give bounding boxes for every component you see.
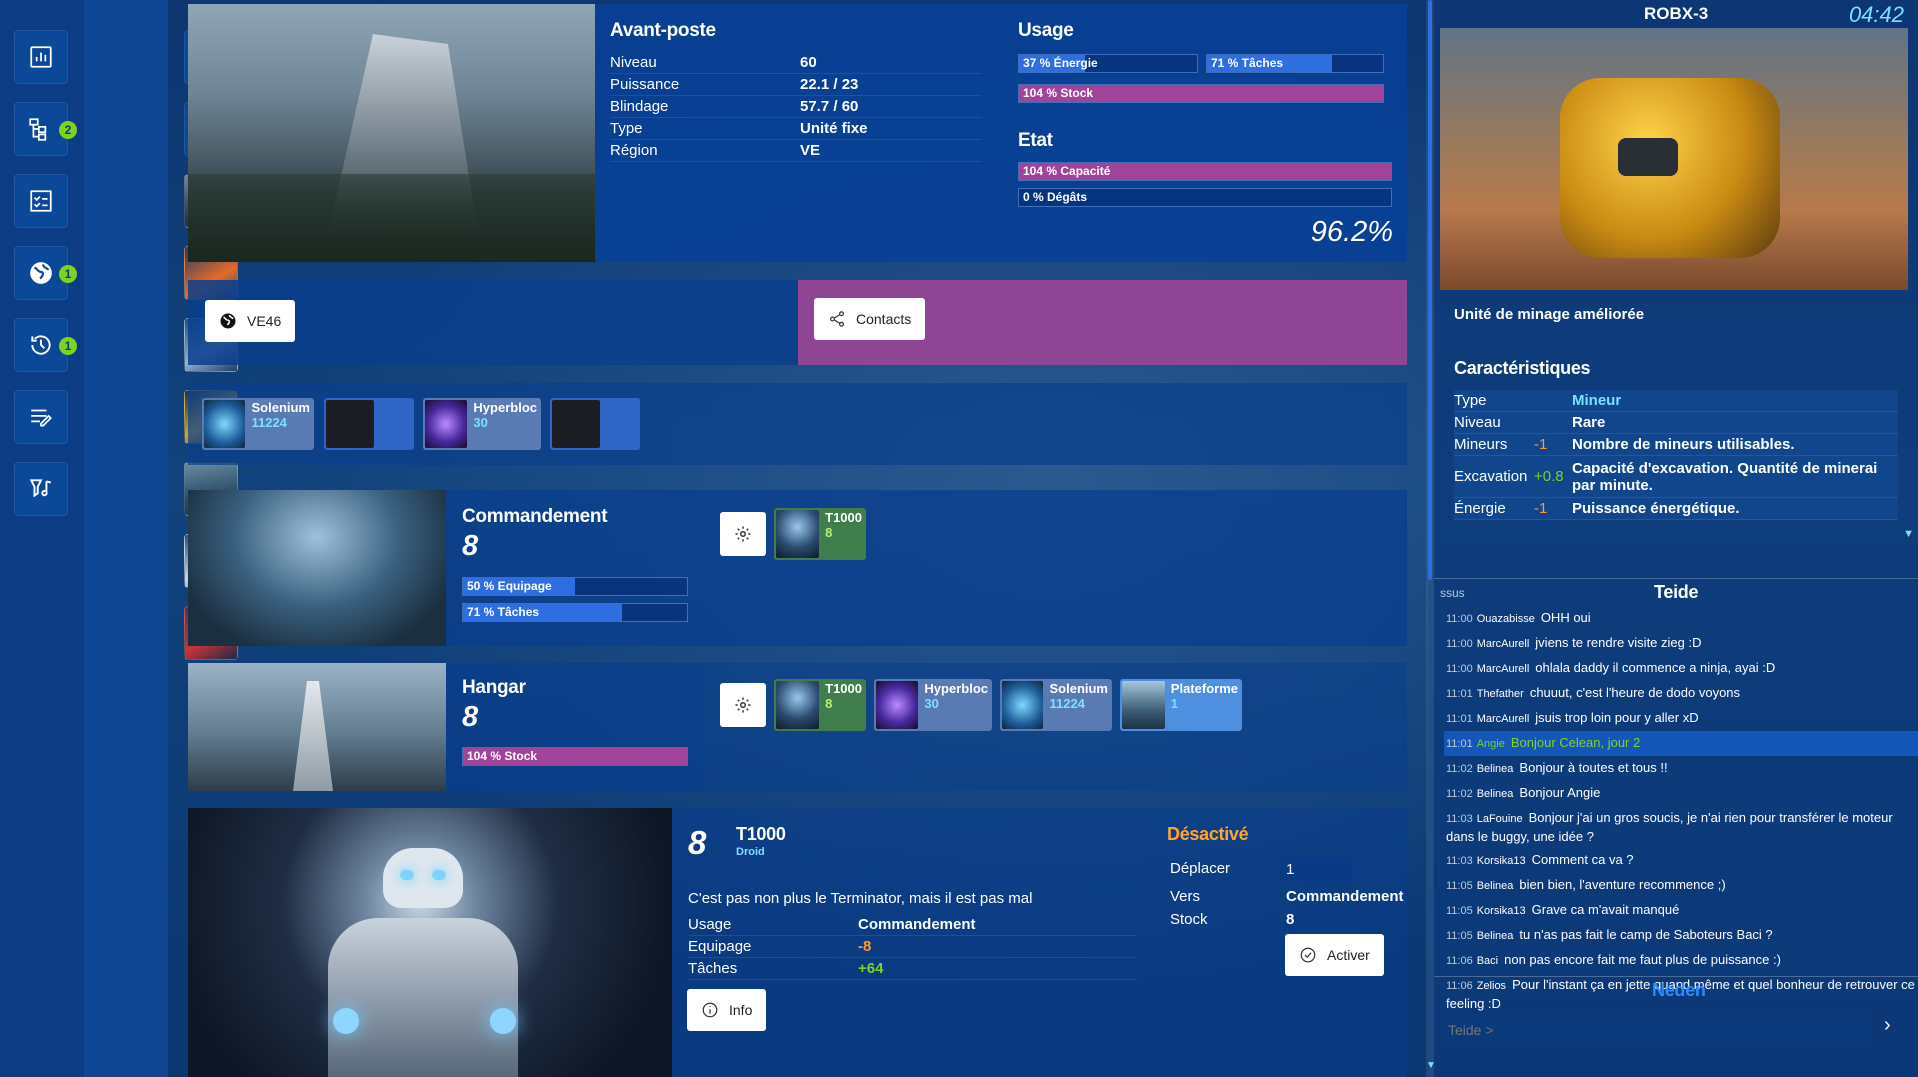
clock: 04:42 — [1848, 2, 1904, 27]
location-button[interactable]: VE46 — [205, 300, 296, 342]
unit-stats-table: Usage Commandement Equipage -8 Tâches +64 — [688, 914, 1136, 980]
t1000-icon — [776, 510, 820, 558]
globe-icon[interactable]: 1 — [14, 246, 77, 300]
empty-slot-icon — [552, 400, 600, 448]
chat-tab-prev[interactable]: ssus — [1440, 586, 1465, 600]
contacts-panel: Contacts — [798, 280, 1407, 365]
outpost-image — [188, 4, 595, 262]
command-image — [188, 490, 446, 646]
globe-icon — [220, 313, 236, 329]
resource-solenium[interactable]: Solenium 11224 — [202, 398, 314, 450]
resource-slot-empty[interactable] — [324, 398, 414, 450]
hangar-stock-bar: 104 % Stock — [462, 747, 688, 766]
hierarchy-badge: 2 — [59, 121, 77, 139]
history-icon[interactable]: 1 — [14, 318, 77, 372]
contacts-button[interactable]: Contacts — [814, 298, 926, 340]
hangar-image — [188, 663, 446, 791]
characteristics-title: Caractéristiques — [1454, 358, 1591, 378]
plateforme-icon — [1122, 681, 1165, 729]
hangar-item-solenium[interactable]: Solenium 11224 — [1000, 679, 1112, 731]
chat-messages: 11:00 Ouazabisse OHH oui 11:00 MarcAurell jv… — [1444, 606, 1918, 1015]
outpost-panel: Avant-poste Niveau 60 Puissance 22.1 / 23 … — [188, 4, 1407, 262]
hierarchy-icon[interactable]: 2 — [14, 102, 77, 156]
hangar-item-t1000[interactable]: T1000 8 — [774, 679, 866, 731]
hangar-title: Hangar — [462, 677, 526, 698]
to-label: Vers — [1170, 888, 1201, 905]
activate-button[interactable]: Activer — [1285, 934, 1384, 976]
hangar-item-hyperbloc[interactable]: Hyperbloc 30 — [874, 679, 992, 731]
energy-bar: 37 % Énergie — [1018, 54, 1198, 73]
outpost-stats-table: Niveau 60 Puissance 22.1 / 23 Blindage 57.7… — [610, 52, 982, 162]
unit-level: 8 — [688, 824, 707, 861]
move-quantity-input[interactable] — [1280, 857, 1352, 881]
hangar-items-panel: T1000 8 Hyperbloc 30 Solenium 11224 Platefo… — [704, 663, 1407, 791]
history-badge: 1 — [59, 337, 77, 355]
usage-title: Usage — [1018, 20, 1074, 41]
damage-bar: 0 % Dégâts — [1018, 188, 1392, 207]
stock-value: 8 — [1286, 911, 1295, 928]
t1000-icon — [776, 681, 820, 729]
location-panel: VE46 — [188, 280, 798, 365]
check-circle-icon — [1300, 947, 1316, 963]
etat-title: Etat — [1018, 130, 1053, 151]
outpost-score: 96.2% — [1310, 216, 1393, 248]
crew-bar: 50 % Equipage — [462, 577, 688, 596]
gear-icon — [735, 697, 751, 713]
tasks-bar: 71 % Tâches — [1206, 54, 1384, 73]
resource-slot-empty[interactable] — [550, 398, 640, 450]
command-tasks-bar: 71 % Tâches — [462, 603, 688, 622]
hangar-panel: Hangar 8 104 % Stock — [188, 663, 704, 791]
hyperbloc-icon — [876, 681, 919, 729]
to-value[interactable]: Commandement — [1286, 888, 1404, 905]
unit-detail-panel: 8 T1000 Droid C'est pas non plus le Term… — [188, 808, 1407, 1077]
send-chevron-icon[interactable]: › — [1884, 1014, 1891, 1037]
unit-type: Droid — [736, 846, 765, 858]
chat-title: Teide — [1654, 582, 1699, 602]
checklist-icon[interactable] — [14, 174, 68, 228]
hyperbloc-icon — [425, 400, 468, 448]
robot-name: ROBX-3 — [1644, 4, 1709, 23]
command-settings-button[interactable] — [720, 512, 766, 556]
filter-music-icon[interactable] — [14, 462, 68, 516]
hangar-level: 8 — [462, 701, 479, 733]
hangar-item-plateforme[interactable]: Plateforme 1 — [1120, 679, 1242, 731]
command-panel: Commandement 8 50 % Equipage 71 % Tâches… — [188, 490, 1407, 646]
solenium-icon — [1002, 681, 1044, 729]
t1000-image — [188, 808, 672, 1077]
chat-next-tab[interactable]: Neden — [1652, 980, 1706, 1001]
stock-label: Stock — [1170, 911, 1208, 928]
gear-icon — [735, 526, 751, 542]
scroll-down-icon[interactable]: ▼ — [1903, 528, 1914, 540]
stock-bar: 104 % Stock — [1018, 84, 1384, 103]
main-nav: 2 1 1 — [0, 0, 84, 1077]
robot-subtitle: Unité de minage améliorée — [1454, 306, 1645, 323]
resources-panel: Solenium 11224 Hyperbloc 30 — [188, 383, 1407, 465]
main-scrollbar[interactable] — [1426, 0, 1434, 1077]
robot-image — [1440, 28, 1908, 290]
empty-slot-icon — [326, 400, 374, 448]
unit-thumbnail-bar — [84, 0, 238, 1077]
solenium-icon — [204, 400, 246, 448]
unit-status: Désactivé — [1167, 824, 1249, 844]
resource-hyperbloc[interactable]: Hyperbloc 30 — [423, 398, 541, 450]
globe-badge: 1 — [59, 265, 77, 283]
unit-name: T1000 — [736, 824, 786, 844]
hangar-settings-button[interactable] — [720, 683, 766, 727]
unit-description: C'est pas non plus le Terminator, mais i… — [688, 890, 1033, 907]
scroll-down-icon[interactable]: ▼ — [1426, 1060, 1436, 1071]
capacity-bar: 104 % Capacité — [1018, 162, 1392, 181]
info-icon — [702, 1002, 718, 1018]
outpost-title: Avant-poste — [610, 20, 716, 41]
info-button[interactable]: Info — [687, 989, 767, 1031]
command-unit-t1000[interactable]: T1000 8 — [774, 508, 866, 560]
edit-list-icon[interactable] — [14, 390, 68, 444]
move-label: Déplacer — [1170, 860, 1231, 877]
chat-input[interactable] — [1440, 1014, 1872, 1046]
command-title: Commandement — [462, 506, 608, 527]
characteristics-table: Type Mineur Niveau Rare Mineurs -1 Nombre de… — [1454, 390, 1898, 520]
chart-icon[interactable] — [14, 30, 68, 84]
share-icon — [830, 311, 844, 327]
command-level: 8 — [462, 530, 479, 562]
